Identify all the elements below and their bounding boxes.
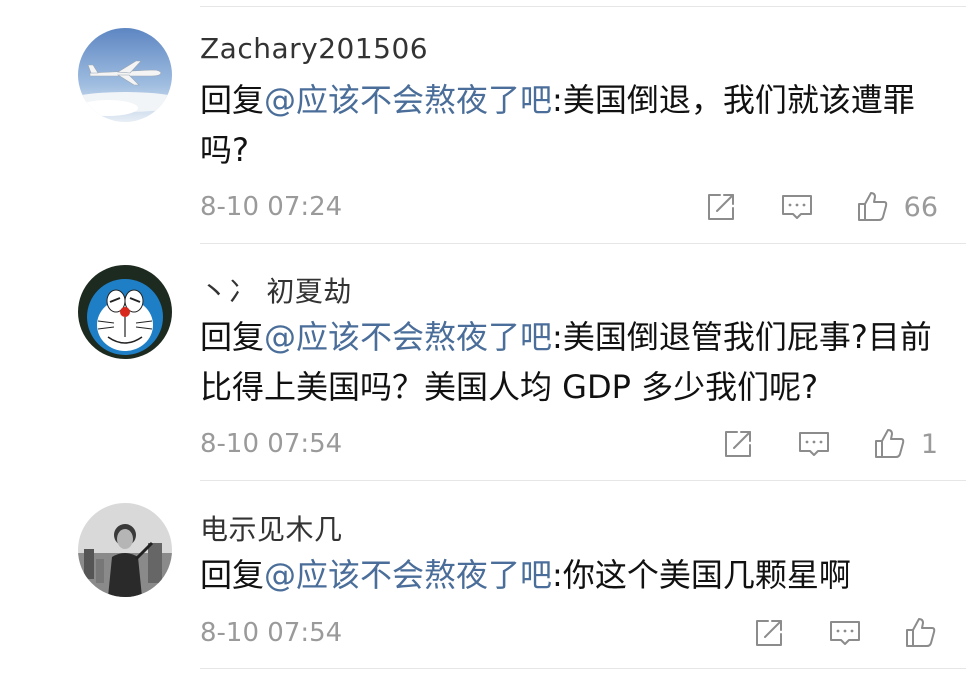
share-icon xyxy=(756,620,782,646)
reply-prefix: 回复 xyxy=(200,318,265,356)
share-icon xyxy=(724,431,751,457)
comment-icon xyxy=(781,195,812,219)
timestamp: 8-10 07:54 xyxy=(200,429,343,459)
thumbs-up-icon xyxy=(857,192,887,221)
divider xyxy=(200,480,966,481)
share-icon xyxy=(707,194,734,220)
like-count: 1 xyxy=(920,428,938,460)
username[interactable]: 丶冫 初夏劫 xyxy=(200,270,352,310)
person-bw-photo-avatar xyxy=(78,503,172,597)
action-bar: 66 xyxy=(704,189,938,225)
like-button[interactable]: 1 xyxy=(873,427,938,461)
mention-link[interactable]: @应该不会熬夜了吧 xyxy=(264,81,552,119)
cartoon-cat-avatar xyxy=(78,265,172,359)
thumbs-up-icon xyxy=(906,618,936,647)
timestamp: 8-10 07:54 xyxy=(200,618,343,648)
comment-icon xyxy=(830,621,860,645)
top-divider xyxy=(200,6,966,7)
mention-link[interactable]: @应该不会熬夜了吧 xyxy=(264,318,552,356)
timestamp: 8-10 07:24 xyxy=(200,192,343,222)
share-button[interactable] xyxy=(704,190,738,224)
action-bar xyxy=(752,615,938,651)
comment-text: 回复@应该不会熬夜了吧:美国倒退，我们就该遭罪吗? xyxy=(200,75,940,175)
airplane-sky-avatar xyxy=(78,28,172,122)
like-count: 66 xyxy=(903,191,938,223)
username[interactable]: Zachary201506 xyxy=(200,32,428,65)
comment-text: 回复@应该不会熬夜了吧:你这个美国几颗星啊 xyxy=(200,550,940,600)
like-button[interactable]: 66 xyxy=(856,190,938,224)
comment-text: 回复@应该不会熬夜了吧:美国倒退管我们屁事?目前比得上美国吗？美国人均 GDP … xyxy=(200,312,940,412)
comment-body: :你这个美国几颗星啊 xyxy=(552,556,851,594)
avatar[interactable] xyxy=(78,265,172,359)
reply-prefix: 回复 xyxy=(200,556,265,594)
comment-button[interactable] xyxy=(780,190,814,224)
comment-icon xyxy=(798,432,829,456)
thumbs-up-icon xyxy=(874,429,905,458)
reply-prefix: 回复 xyxy=(200,81,265,119)
comment-button[interactable] xyxy=(828,616,862,650)
action-bar: 1 xyxy=(721,426,938,462)
like-button[interactable] xyxy=(904,616,938,650)
comment-button[interactable] xyxy=(797,427,831,461)
share-button[interactable] xyxy=(752,616,786,650)
mention-link[interactable]: @应该不会熬夜了吧 xyxy=(264,556,552,594)
avatar[interactable] xyxy=(78,503,172,597)
avatar[interactable] xyxy=(78,28,172,122)
share-button[interactable] xyxy=(721,427,755,461)
divider xyxy=(200,243,966,244)
divider xyxy=(200,668,966,669)
username[interactable]: 电示见木几 xyxy=(200,508,343,548)
